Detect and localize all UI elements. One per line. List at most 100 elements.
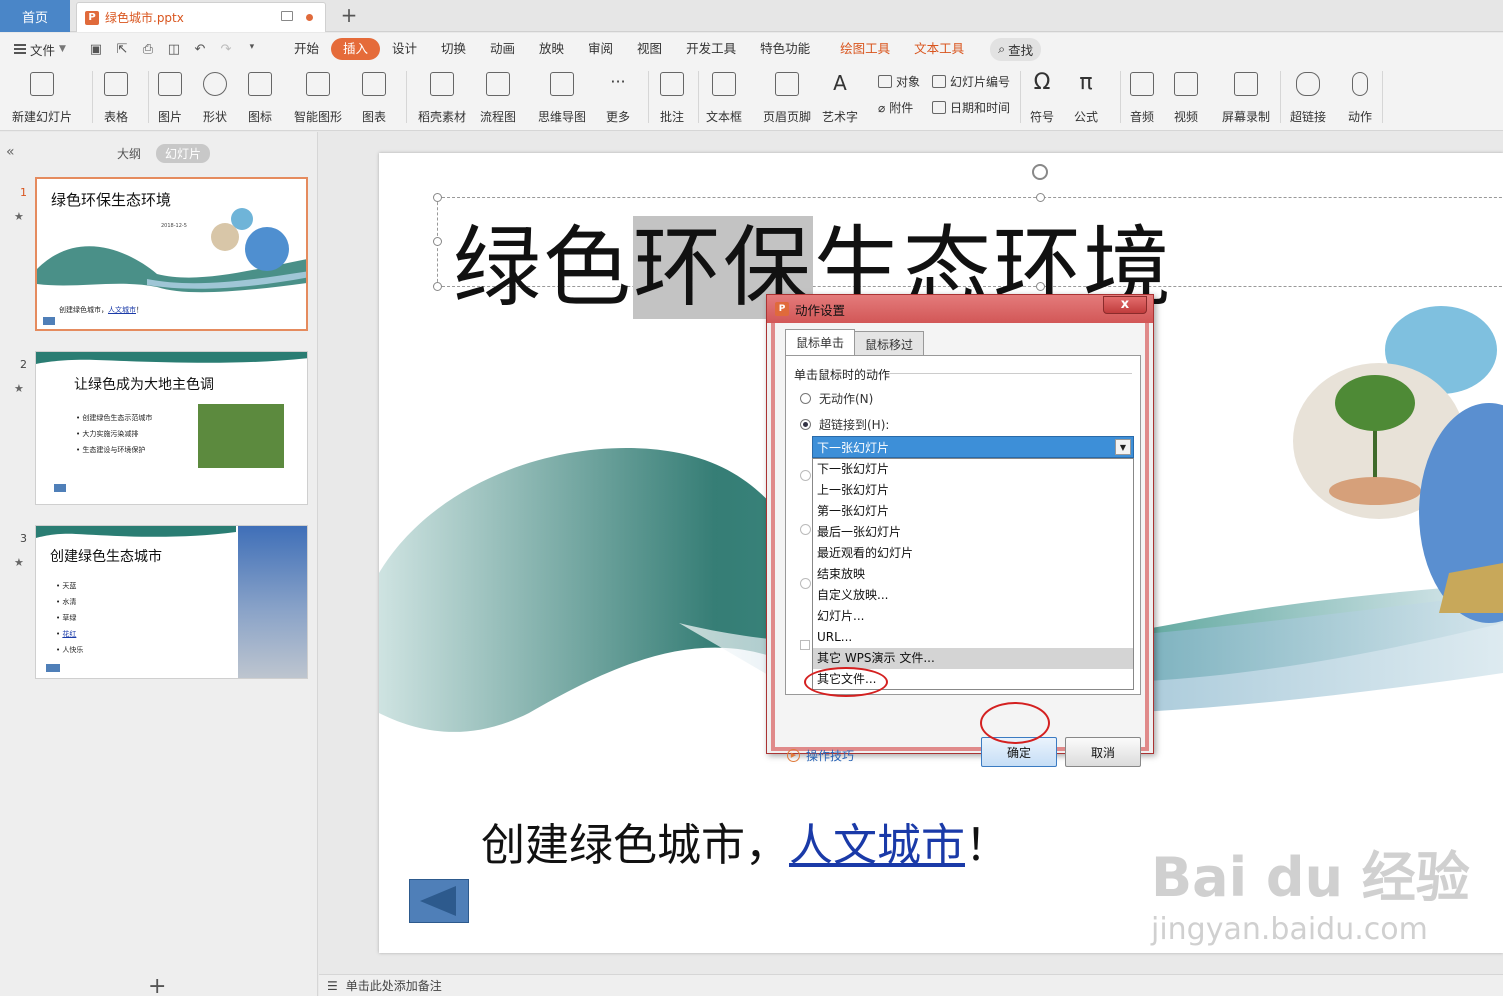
tab-home[interactable]: 首页 [0,0,70,32]
thumb-bullet-text: 人快乐 [62,646,84,654]
video-button[interactable]: 视频 [1174,69,1198,125]
slide-thumbnail-2[interactable]: 让绿色成为大地主色调 • 创建绿色生态示范城市 • 大力实施污染减排 • 生态建… [35,351,308,505]
radio-icon[interactable] [800,470,811,481]
menu-tab-home[interactable]: 开始 [282,38,331,60]
undo-icon[interactable]: ↶ [192,42,208,57]
new-slide-button[interactable]: 新建幻灯片 [12,69,72,125]
resize-handle[interactable] [433,193,442,202]
menu-tab-developer[interactable]: 开发工具 [674,38,748,60]
shape-button[interactable]: 形状 [203,69,227,125]
redo-icon[interactable]: ↷ [218,42,234,57]
chevron-down-icon[interactable]: ▼ [1115,439,1131,455]
option-next-slide[interactable]: 下一张幻灯片 [813,459,1133,480]
wordart-button[interactable]: A 艺术字 [822,69,858,125]
option-last-slide[interactable]: 最后一张幻灯片 [813,522,1133,543]
footer-hyperlink[interactable]: 人文城市 [789,820,965,871]
option-slide[interactable]: 幻灯片... [813,606,1133,627]
ok-button[interactable]: 确定 [981,737,1057,767]
tips-link[interactable]: ▶ 操作技巧 [787,747,854,764]
radio-no-action[interactable]: 无动作(N) [800,390,873,407]
close-button[interactable]: x [1103,296,1147,314]
menu-tab-transition[interactable]: 切换 [429,38,478,60]
dialog-titlebar[interactable]: P 动作设置 x [767,295,1153,323]
icon-label: 图标 [248,110,273,124]
thumb-footer-end: ！ [136,306,143,314]
group-label: 单击鼠标时的动作 [794,368,891,382]
save-icon[interactable]: ▣ [88,42,104,57]
menu-tab-design[interactable]: 设计 [380,38,429,60]
thumb-bullet-text: 大力实施污染减排 [82,430,139,438]
more-button[interactable]: ··· 更多 [606,69,630,125]
mindmap-button[interactable]: 思维导图 [538,69,586,125]
collapse-panel-icon[interactable]: « [6,144,15,160]
textbox-button[interactable]: 文本框 [706,69,742,125]
thumb-bullet-text: 天蓝 [62,582,77,590]
docer-material-button[interactable]: 稻壳素材 [418,69,466,125]
checkbox[interactable] [800,640,810,650]
picture-button[interactable]: 图片 [158,69,182,125]
option-first-slide[interactable]: 第一张幻灯片 [813,501,1133,522]
menu-tab-review[interactable]: 审阅 [576,38,625,60]
chart-label: 图表 [362,110,387,124]
slide-thumbnail-3[interactable]: 创建绿色生态城市 • 天蓝 • 水清 • 草绿 • 花红 • 人快乐 [35,525,308,679]
formula-button[interactable]: π 公式 [1074,69,1098,125]
tab-mouse-over[interactable]: 鼠标移过 [854,331,925,357]
radio-icon[interactable] [800,524,811,535]
print-icon[interactable]: ⎙ [140,42,156,57]
screen-record-button[interactable]: 屏幕录制 [1222,69,1270,125]
slide-number-button[interactable]: 幻灯片编号 [932,73,1010,90]
search-box[interactable]: ⌕ 查找 [990,37,1042,61]
slide-thumbnail-1[interactable]: 绿色环保生态环境 2018-12-5 创建绿色城市，人文城市！ [35,177,308,331]
attachment-button[interactable]: ⌀ 附件 [878,99,913,116]
option-url[interactable]: URL... [813,627,1133,648]
option-other-file[interactable]: 其它文件... [813,669,1133,690]
option-other-wps-file[interactable]: 其它 WPS演示 文件... [813,648,1133,669]
menu-tab-insert[interactable]: 插入 [330,38,380,60]
export-icon[interactable]: ⇱ [114,42,130,57]
menu-tab-view[interactable]: 视图 [625,38,674,60]
slide-footer-text[interactable]: 创建绿色城市，人文城市！ [481,809,1009,873]
option-custom-show[interactable]: 自定义放映... [813,585,1133,606]
hyperlink-select[interactable]: 下一张幻灯片 ▼ [812,436,1134,458]
menu-tab-text-tools[interactable]: 文本工具 [902,38,976,60]
table-button[interactable]: 表格 [104,69,128,125]
date-time-button[interactable]: 日期和时间 [932,99,1010,116]
comment-button[interactable]: 批注 [660,69,684,125]
menu-tab-animation[interactable]: 动画 [478,38,527,60]
cancel-button[interactable]: 取消 [1065,737,1141,767]
symbol-button[interactable]: Ω 符号 [1030,69,1054,125]
tab-mouse-click[interactable]: 鼠标单击 [785,329,856,357]
screen-icon[interactable] [281,11,293,21]
option-last-viewed-slide[interactable]: 最近观看的幻灯片 [813,543,1133,564]
tab-document[interactable]: P 绿色城市.pptx [76,2,326,32]
back-action-button[interactable] [409,879,469,923]
rotate-handle-icon[interactable] [1032,164,1048,180]
menu-tab-features[interactable]: 特色功能 [748,38,822,60]
chart-button[interactable]: 图表 [362,69,386,125]
resize-handle[interactable] [433,282,442,291]
add-slide-button[interactable]: + [148,974,166,996]
option-end-show[interactable]: 结束放映 [813,564,1133,585]
radio-icon[interactable] [800,578,811,589]
radio-hyperlink[interactable]: 超链接到(H): [800,416,889,433]
action-button[interactable]: 动作 [1348,69,1372,125]
resize-handle[interactable] [433,237,442,246]
flowchart-button[interactable]: 流程图 [480,69,516,125]
smartart-button[interactable]: 智能图形 [294,69,342,125]
header-footer-button[interactable]: 页眉页脚 [763,69,811,125]
tab-outline[interactable]: 大纲 [108,144,150,163]
menu-tab-slideshow[interactable]: 放映 [527,38,576,60]
option-previous-slide[interactable]: 上一张幻灯片 [813,480,1133,501]
new-tab-button[interactable]: + [338,4,360,26]
file-menu[interactable]: 文件 ▼ [14,40,66,59]
icon-button[interactable]: 图标 [248,69,272,125]
print-preview-icon[interactable]: ◫ [166,42,182,57]
audio-button[interactable]: 音频 [1130,69,1154,125]
notes-bar[interactable]: ☰ 单击此处添加备注 [319,974,1503,996]
menu-tab-drawing-tools[interactable]: 绘图工具 [828,38,902,60]
hyperlink-button[interactable]: 超链接 [1290,69,1326,125]
tab-slides[interactable]: 幻灯片 [156,144,211,163]
customize-icon[interactable]: ▾ [244,42,260,57]
object-button[interactable]: 对象 [878,73,920,90]
thumb-bullet: • 创建绿色生态示范城市 [76,414,153,422]
